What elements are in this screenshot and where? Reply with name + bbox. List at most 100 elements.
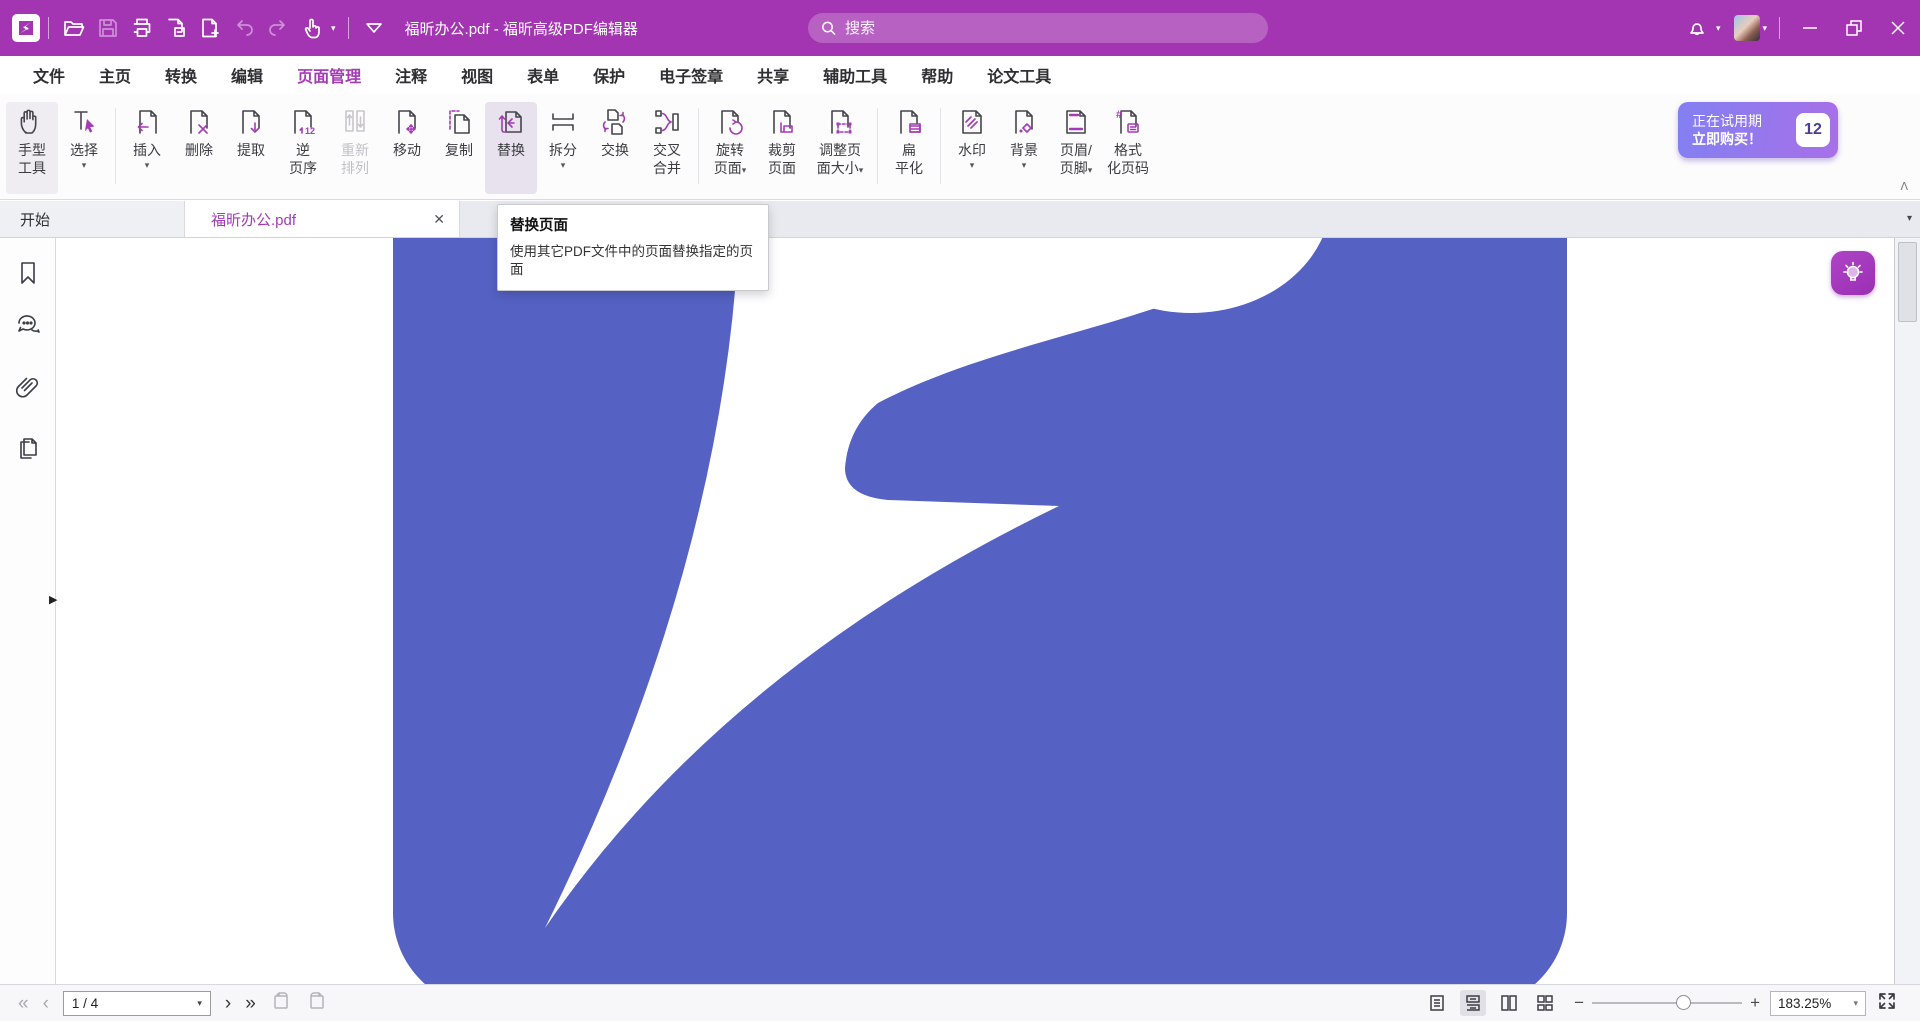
dropdown-arrow-icon: ▾ xyxy=(742,165,747,175)
previous-page-button[interactable]: ‹ xyxy=(43,994,49,1013)
ribbon-tool-reverse-order[interactable]: 12 逆页序 xyxy=(277,102,329,194)
ribbon-tool-crop-pages[interactable]: 裁剪页面 xyxy=(756,102,808,194)
menu-item-esign[interactable]: 电子签章 xyxy=(642,55,740,95)
menu-item-comment[interactable]: 注释 xyxy=(378,55,444,95)
page-number-input[interactable]: 1 / 4 ▾ xyxy=(63,991,211,1016)
close-button[interactable] xyxy=(1876,0,1920,56)
ribbon-tool-resize-pages[interactable]: 调整页面大小▾ xyxy=(808,102,872,194)
single-page-view-button[interactable] xyxy=(1424,990,1450,1016)
menu-bar: 文件 主页 转换 编辑 页面管理 注释 视图 表单 保护 电子签章 共享 辅助工… xyxy=(0,56,1920,94)
first-page-button[interactable]: « xyxy=(18,994,29,1013)
menu-item-file[interactable]: 文件 xyxy=(16,55,82,95)
print-icon[interactable] xyxy=(125,11,159,45)
toolbar-collapse-icon[interactable] xyxy=(357,11,391,45)
ribbon-tool-background[interactable]: 背景 ▾ xyxy=(998,102,1050,194)
ribbon-tool-watermark[interactable]: 水印 ▾ xyxy=(946,102,998,194)
bookmarks-panel-icon[interactable] xyxy=(15,260,41,286)
undo-icon[interactable] xyxy=(227,11,261,45)
tooltip-title: 替换页面 xyxy=(510,214,756,235)
trial-purchase-banner[interactable]: 正在试用期 立即购买！ 12 xyxy=(1678,102,1838,158)
zoom-in-button[interactable]: + xyxy=(1750,993,1760,1013)
close-document-icon[interactable] xyxy=(159,11,193,45)
app-logo-icon[interactable] xyxy=(12,14,40,42)
zoom-slider[interactable] xyxy=(1592,995,1742,1011)
title-bar: ▾ 福昕办公.pdf - 福昕高级PDF编辑器 ▾ ▾ xyxy=(0,0,1920,56)
window-title: 福昕办公.pdf - 福昕高级PDF编辑器 xyxy=(405,18,638,39)
flatten-icon xyxy=(893,106,925,138)
scrollbar-thumb[interactable] xyxy=(1898,242,1917,322)
touch-mode-dropdown-icon[interactable]: ▾ xyxy=(331,23,336,34)
ribbon-tool-interleave[interactable]: 交叉合并 xyxy=(641,102,693,194)
dropdown-arrow-icon: ▾ xyxy=(561,160,566,170)
menu-item-share[interactable]: 共享 xyxy=(740,55,806,95)
svg-text:12: 12 xyxy=(305,126,315,136)
ribbon-tool-delete[interactable]: 删除 xyxy=(173,102,225,194)
account-dropdown-icon[interactable]: ▾ xyxy=(1762,23,1767,34)
assistant-lightbulb-button[interactable] xyxy=(1831,251,1875,295)
ribbon-tool-insert[interactable]: 插入 ▾ xyxy=(121,102,173,194)
menu-item-page-organize[interactable]: 页面管理 xyxy=(280,55,378,95)
search-box[interactable] xyxy=(808,13,1268,43)
new-document-icon[interactable] xyxy=(193,11,227,45)
next-page-button[interactable]: › xyxy=(225,994,231,1013)
zoom-out-button[interactable]: − xyxy=(1574,993,1584,1013)
ribbon-tool-format-page-numbers[interactable]: # 格式化页码 xyxy=(1102,102,1154,194)
menu-item-edit[interactable]: 编辑 xyxy=(214,55,280,95)
ribbon-tool-move[interactable]: 移动 xyxy=(381,102,433,194)
ribbon-tool-copy[interactable]: 复制 xyxy=(433,102,485,194)
notifications-bell-icon[interactable] xyxy=(1680,11,1714,45)
ribbon-tool-flatten[interactable]: 扁平化 xyxy=(883,102,935,194)
restore-button[interactable] xyxy=(1832,0,1876,56)
vertical-scrollbar[interactable] xyxy=(1894,238,1920,984)
tab-document[interactable]: 福昕办公.pdf ✕ xyxy=(185,201,460,237)
menu-item-view[interactable]: 视图 xyxy=(444,55,510,95)
previous-view-button[interactable] xyxy=(270,990,292,1017)
copy-page-icon xyxy=(443,106,475,138)
pages-panel-icon[interactable] xyxy=(15,436,41,462)
ribbon-tool-hand[interactable]: 手型工具 xyxy=(6,102,58,194)
ribbon-tool-rotate-pages[interactable]: 旋转页面▾ xyxy=(704,102,756,194)
menu-item-accessibility[interactable]: 辅助工具 xyxy=(806,55,904,95)
open-file-icon[interactable] xyxy=(57,11,91,45)
comments-panel-icon[interactable] xyxy=(15,312,41,338)
redo-icon[interactable] xyxy=(261,11,295,45)
continuous-view-button[interactable] xyxy=(1460,990,1486,1016)
ribbon-tool-replace[interactable]: 替换 xyxy=(485,102,537,194)
ribbon-tool-split[interactable]: 拆分 ▾ xyxy=(537,102,589,194)
save-icon[interactable] xyxy=(91,11,125,45)
crop-pages-icon xyxy=(766,106,798,138)
ribbon-tool-header-footer[interactable]: 页眉/页脚▾ xyxy=(1050,102,1102,194)
select-tool-icon xyxy=(68,106,100,138)
zoom-dropdown-icon[interactable]: ▾ xyxy=(1853,998,1858,1009)
navigation-panel: ▶ xyxy=(0,238,56,984)
tab-start-page[interactable]: 开始 xyxy=(0,201,185,237)
zoom-slider-knob[interactable] xyxy=(1676,995,1691,1010)
menu-item-help[interactable]: 帮助 xyxy=(904,55,970,95)
fullscreen-button[interactable] xyxy=(1876,990,1898,1017)
last-page-button[interactable]: » xyxy=(245,994,256,1013)
menu-item-convert[interactable]: 转换 xyxy=(148,55,214,95)
ribbon-tool-swap[interactable]: 交换 xyxy=(589,102,641,194)
menu-item-protect[interactable]: 保护 xyxy=(576,55,642,95)
next-view-button[interactable] xyxy=(306,990,328,1017)
search-input[interactable] xyxy=(845,20,1256,37)
menu-item-home[interactable]: 主页 xyxy=(82,55,148,95)
attachments-panel-icon[interactable] xyxy=(15,374,41,400)
ribbon-tool-extract[interactable]: 提取 xyxy=(225,102,277,194)
panel-expand-arrow-icon[interactable]: ▶ xyxy=(49,593,57,606)
ribbon-tool-select[interactable]: 选择 ▾ xyxy=(58,102,110,194)
page-dropdown-icon[interactable]: ▾ xyxy=(197,998,202,1009)
menu-item-form[interactable]: 表单 xyxy=(510,55,576,95)
touch-mode-icon[interactable] xyxy=(295,11,329,45)
tab-list-dropdown-icon[interactable]: ▾ xyxy=(1907,213,1912,224)
ribbon-collapse-icon[interactable]: ᐱ xyxy=(1900,180,1908,193)
user-avatar[interactable] xyxy=(1734,15,1760,41)
facing-continuous-view-button[interactable] xyxy=(1532,990,1558,1016)
facing-view-button[interactable] xyxy=(1496,990,1522,1016)
replace-page-icon xyxy=(495,106,527,138)
menu-item-thesis-tools[interactable]: 论文工具 xyxy=(970,55,1068,95)
zoom-level-input[interactable]: 183.25% ▾ xyxy=(1770,991,1866,1016)
minimize-button[interactable] xyxy=(1788,0,1832,56)
tab-close-icon[interactable]: ✕ xyxy=(433,211,445,228)
notifications-dropdown-icon[interactable]: ▾ xyxy=(1716,23,1721,34)
